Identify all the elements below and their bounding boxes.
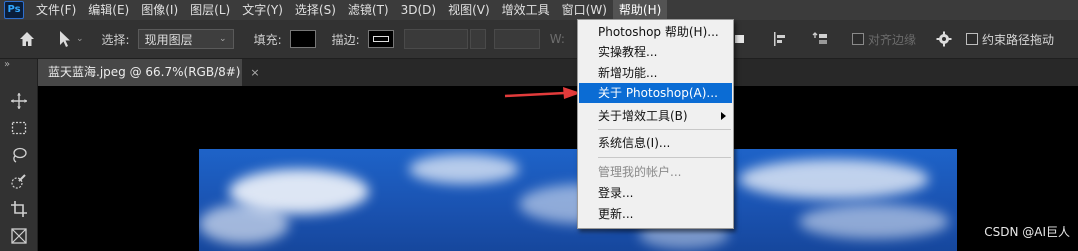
fill-color-swatch[interactable] <box>289 30 316 48</box>
lasso-tool[interactable] <box>0 141 37 168</box>
menu-view[interactable]: 视图(V) <box>442 0 496 20</box>
select-label: 选择: <box>101 32 130 47</box>
menu-item-sign-in[interactable]: 登录... <box>579 183 732 203</box>
close-icon[interactable]: × <box>250 66 259 79</box>
menu-layer[interactable]: 图层(L) <box>184 0 236 20</box>
document-tab-title: 蓝天蓝海.jpeg @ 66.7%(RGB/8#) <box>48 65 241 79</box>
collapse-panel-icon[interactable]: » <box>0 59 37 73</box>
move-tool-icon[interactable] <box>58 30 72 48</box>
marquee-tool[interactable] <box>0 114 37 141</box>
frame-icon <box>10 227 27 244</box>
menu-bar: Ps 文件(F) 编辑(E) 图像(I) 图层(L) 文字(Y) 选择(S) 滤… <box>0 0 1078 20</box>
menu-item-photoshop-help[interactable]: Photoshop 帮助(H)... <box>579 22 732 42</box>
menu-filter[interactable]: 滤镜(T) <box>342 0 395 20</box>
submenu-arrow-icon <box>721 112 726 120</box>
move-icon <box>10 92 27 109</box>
menu-image[interactable]: 图像(I) <box>135 0 184 20</box>
lasso-icon <box>12 147 27 163</box>
rectangular-marquee-icon <box>11 121 26 134</box>
menu-help[interactable]: 帮助(H) <box>612 0 668 20</box>
annotation-arrow-icon <box>504 87 581 99</box>
constrain-path-label: 约束路径拖动 <box>982 32 1055 47</box>
menu-type[interactable]: 文字(Y) <box>236 0 289 20</box>
path-operations-icon[interactable] <box>732 31 748 47</box>
stroke-color-swatch[interactable] <box>367 30 394 48</box>
menu-select[interactable]: 选择(S) <box>289 0 342 20</box>
width-label: W: <box>549 32 565 46</box>
align-edges-label: 对齐边缘 <box>868 32 917 47</box>
menu-item-tutorials[interactable]: 实操教程... <box>579 42 732 62</box>
options-bar-right: 对齐边缘 约束路径拖动 <box>732 20 1054 58</box>
stroke-width-field[interactable] <box>403 29 468 49</box>
chevron-down-icon[interactable]: ⌄ <box>76 34 84 44</box>
constrain-path-checkbox[interactable] <box>966 33 979 45</box>
gear-icon[interactable] <box>936 31 952 47</box>
menu-plugins[interactable]: 增效工具 <box>496 0 556 20</box>
menu-3d[interactable]: 3D(D) <box>395 0 442 20</box>
align-edges-checkbox[interactable] <box>852 33 864 45</box>
menu-item-updates[interactable]: 更新... <box>579 204 732 224</box>
path-arrangement-icon[interactable] <box>812 31 828 47</box>
menu-file[interactable]: 文件(F) <box>30 0 82 20</box>
menu-item-whats-new[interactable]: 新增功能... <box>579 63 732 83</box>
document-tab-bar: 蓝天蓝海.jpeg @ 66.7%(RGB/8#) × <box>38 59 1078 86</box>
menu-item-system-info[interactable]: 系统信息(I)... <box>579 133 732 153</box>
menu-window[interactable]: 窗口(W) <box>556 0 613 20</box>
move-tool[interactable] <box>0 87 37 114</box>
frame-tool[interactable] <box>0 222 37 249</box>
document-tab[interactable]: 蓝天蓝海.jpeg @ 66.7%(RGB/8#) × <box>38 59 260 86</box>
select-layer-dropdown[interactable]: 现用图层 ⌄ <box>137 29 234 49</box>
fill-label: 填充: <box>253 32 282 47</box>
menu-edit[interactable]: 编辑(E) <box>82 0 135 20</box>
stroke-width-stepper[interactable] <box>469 29 486 49</box>
home-icon[interactable] <box>18 30 36 48</box>
help-menu-dropdown: Photoshop 帮助(H)... 实操教程... 新增功能... 关于 Ph… <box>577 19 734 229</box>
quick-selection-icon <box>10 173 26 189</box>
quick-selection-tool[interactable] <box>0 168 37 195</box>
photoshop-logo-icon: Ps <box>4 1 24 19</box>
crop-icon <box>10 200 27 217</box>
crop-tool[interactable] <box>0 195 37 222</box>
menu-item-about-plugins[interactable]: 关于增效工具(B) <box>579 106 732 126</box>
menu-item-about-photoshop[interactable]: 关于 Photoshop(A)... <box>579 83 732 103</box>
select-layer-value: 现用图层 <box>144 32 193 47</box>
menu-item-about-plugins-label: 关于增效工具(B) <box>598 109 688 123</box>
chevron-down-icon: ⌄ <box>219 34 227 44</box>
stroke-type-dropdown[interactable] <box>493 29 540 49</box>
menu-divider <box>598 157 731 158</box>
path-alignment-icon[interactable] <box>772 31 788 47</box>
menu-item-manage-account: 管理我的帐户... <box>598 165 682 179</box>
tools-panel: » <box>0 59 38 251</box>
watermark-text: CSDN @AI巨人 <box>984 225 1070 239</box>
stroke-label: 描边: <box>331 32 360 47</box>
menu-divider <box>598 129 731 130</box>
